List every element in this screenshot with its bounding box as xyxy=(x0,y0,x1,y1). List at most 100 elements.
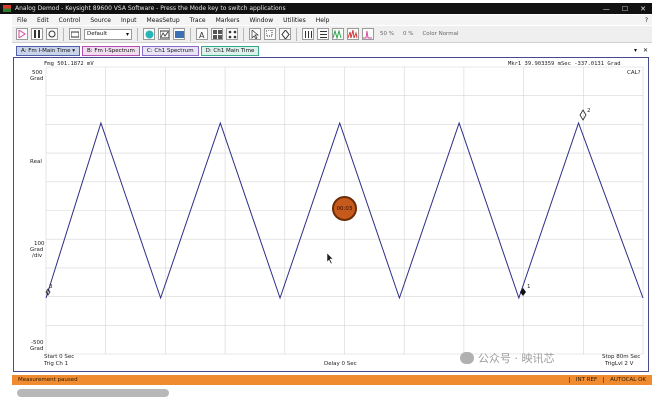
menu-window[interactable]: Window xyxy=(244,17,278,24)
toolbar-separator xyxy=(296,27,297,41)
text-icon: A xyxy=(199,31,205,39)
channel-config-button[interactable] xyxy=(69,28,81,40)
marker-1[interactable] xyxy=(520,288,526,296)
start-time: Start 0 Sec xyxy=(44,354,75,360)
spectrum-icon xyxy=(159,30,169,38)
spectrum-red-icon xyxy=(348,29,358,38)
mouse-cursor-icon xyxy=(327,253,334,264)
trace-window[interactable]: Fmg 501.1872 mV Mkr1 39.903359 mSec -337… xyxy=(13,57,649,372)
cal-status: CAL? xyxy=(627,70,641,76)
stop-time: Stop 80m Sec xyxy=(602,354,641,360)
tab-label: A: Fm I-Main Time xyxy=(21,47,71,54)
layout-button[interactable] xyxy=(211,28,223,40)
source-dot-icon xyxy=(145,30,153,38)
tab-label: B: Fm I-Spectrum xyxy=(87,47,135,54)
spectrum-red-button[interactable] xyxy=(347,28,359,40)
dots-icon xyxy=(228,30,236,38)
markers-button[interactable] xyxy=(226,28,238,40)
menu-source[interactable]: Source xyxy=(85,17,116,24)
format-label: Real xyxy=(30,159,42,165)
cursor-arrow-icon xyxy=(251,29,259,39)
spectrum-pink-button[interactable] xyxy=(362,28,374,40)
grid-layout-icon xyxy=(212,29,222,39)
window-title: Analog Demod - Keysight 89600 VSA Softwa… xyxy=(15,5,286,12)
tab-fm-main-time[interactable]: A: Fm I-Main Time ▾ xyxy=(16,45,80,56)
delay-time: Delay 0 Sec xyxy=(324,361,357,367)
zoom-readout: 50 % xyxy=(380,31,394,37)
tab-ch1-spectrum[interactable]: C: Ch1 Spectrum xyxy=(141,45,199,56)
tab-label: C: Ch1 Spectrum xyxy=(146,47,194,54)
menu-utilities[interactable]: Utilities xyxy=(278,17,311,24)
close-button[interactable]: ✕ xyxy=(640,5,646,13)
minimize-button[interactable]: — xyxy=(603,5,610,13)
horizontal-scrollbar[interactable] xyxy=(17,389,169,397)
capture-button[interactable] xyxy=(173,28,185,40)
toolbar-separator xyxy=(243,27,244,41)
capture-icon xyxy=(174,30,184,38)
bars-view-button[interactable] xyxy=(302,28,314,40)
recording-timer-text: 00:03 xyxy=(336,205,353,212)
watermark: 公众号 · 映讯芯 xyxy=(460,350,555,366)
autocal-status[interactable]: AUTOCAL OK xyxy=(603,377,652,383)
tab-fm-spectrum[interactable]: B: Fm I-Spectrum xyxy=(82,45,140,56)
app-logo-icon xyxy=(3,5,11,12)
zoom-box-icon xyxy=(265,29,272,36)
marker-tool-button[interactable] xyxy=(279,28,291,40)
menu-markers[interactable]: Markers xyxy=(211,17,245,24)
color-scheme-label[interactable]: Color Normal xyxy=(419,31,461,37)
waveform-green-icon xyxy=(333,29,342,39)
preset-value: Default xyxy=(87,31,108,37)
menu-file[interactable]: File xyxy=(12,17,32,24)
trigger-level: TrigLvl 2 V xyxy=(605,361,634,367)
y-axis-top-unit: Grad xyxy=(30,76,44,82)
zoom-box-button[interactable] xyxy=(264,28,276,40)
y-scale-per-div: /div xyxy=(32,253,43,259)
menu-trace[interactable]: Trace xyxy=(185,17,211,24)
marker-label-1: 1 xyxy=(527,284,531,290)
menu-help[interactable]: Help xyxy=(311,17,335,24)
recording-timer-badge: 00:03 xyxy=(332,196,357,221)
pause-icon xyxy=(34,30,40,38)
svg-text:A: A xyxy=(199,31,205,39)
restart-icon xyxy=(48,30,56,38)
status-bar: Measurement paused INT REF AUTOCAL OK xyxy=(12,375,652,385)
trace-tab-row: A: Fm I-Main Time ▾ B: Fm I-Spectrum C: … xyxy=(12,45,652,56)
context-help-button[interactable]: ? xyxy=(645,17,652,24)
single-sweep-button[interactable] xyxy=(46,28,58,40)
tab-ch1-main-time[interactable]: D: Ch1 Main Time xyxy=(200,45,260,56)
pause-button[interactable] xyxy=(31,28,43,40)
marker-label-2: 2 xyxy=(587,108,591,114)
menu-input[interactable]: Input xyxy=(116,17,142,24)
spectrum-button[interactable] xyxy=(158,28,170,40)
diamond-marker-icon xyxy=(280,29,290,39)
trace-header-left: Fmg 501.1872 mV xyxy=(44,61,94,67)
source-button[interactable] xyxy=(143,28,155,40)
reference-status[interactable]: INT REF xyxy=(568,377,603,383)
menu-meassetup[interactable]: MeasSetup xyxy=(142,17,185,24)
trigger-channel: Trig Ch 1 xyxy=(44,361,69,367)
play-icon xyxy=(18,30,26,38)
toolbar: Default ▾ A 50 % 0 % Color Normal xyxy=(12,26,652,43)
menu-control[interactable]: Control xyxy=(54,17,86,24)
toolbar-separator xyxy=(63,27,64,41)
chevron-down-icon: ▾ xyxy=(72,47,75,54)
demod-button[interactable] xyxy=(332,28,344,40)
restore-button[interactable]: ☐ xyxy=(622,5,628,13)
y-axis-bottom-unit: Grad xyxy=(30,346,44,352)
preset-select[interactable]: Default ▾ xyxy=(84,28,132,40)
marker-label-3: 3 xyxy=(49,284,53,290)
watermark-text: 公众号 · 映讯芯 xyxy=(478,352,555,365)
tab-close-button[interactable]: ✕ xyxy=(643,47,648,54)
trace-plot[interactable] xyxy=(14,58,650,373)
offset-readout: 0 % xyxy=(402,31,414,37)
trace-select-button[interactable] xyxy=(317,28,329,40)
status-message: Measurement paused xyxy=(18,377,78,383)
menu-edit[interactable]: Edit xyxy=(32,17,54,24)
channel-icon xyxy=(71,31,79,38)
tab-dropdown-button[interactable]: ▾ xyxy=(634,47,637,54)
pointer-tool-button[interactable] xyxy=(249,28,261,40)
title-bar: Analog Demod - Keysight 89600 VSA Softwa… xyxy=(0,3,652,14)
wechat-icon xyxy=(460,352,474,364)
play-button[interactable] xyxy=(16,28,28,40)
text-annotation-button[interactable]: A xyxy=(196,28,208,40)
